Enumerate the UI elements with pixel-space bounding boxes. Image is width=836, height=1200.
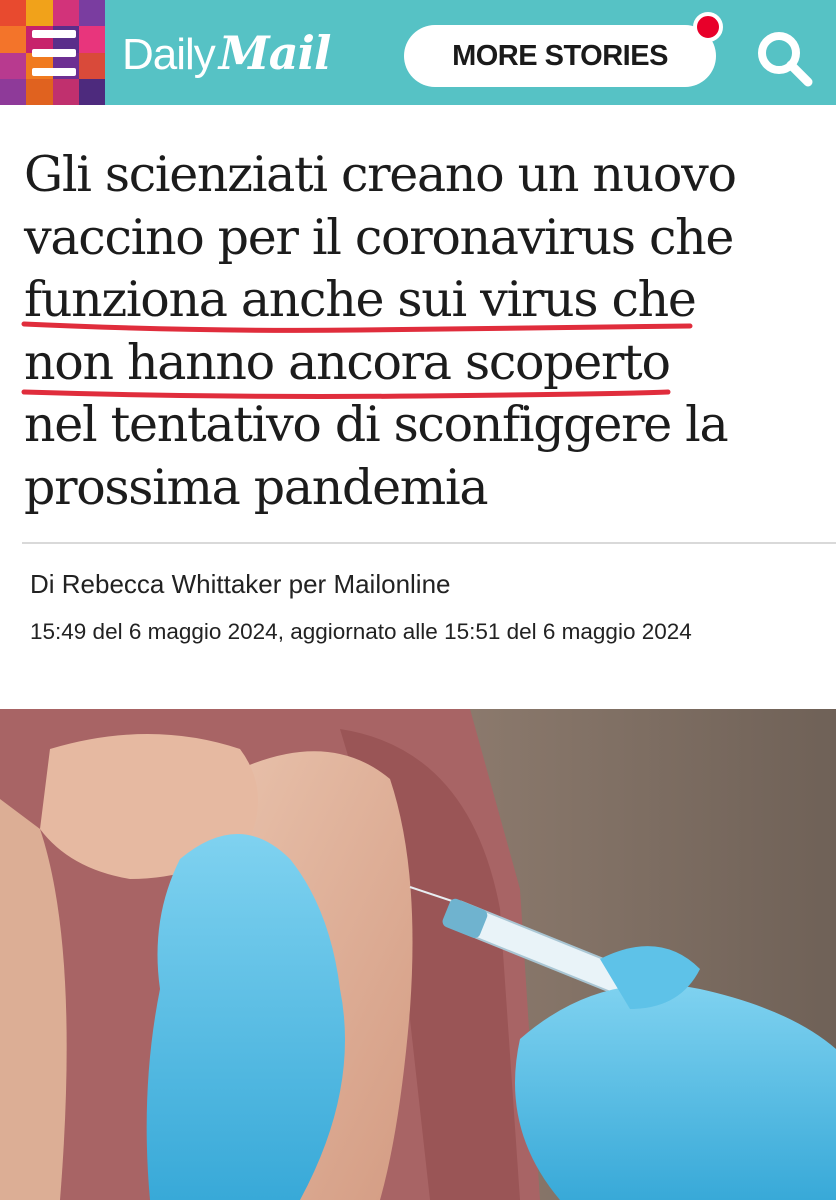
site-header: Daily Mail MORE STORIES	[0, 0, 836, 105]
more-stories-label: MORE STORIES	[452, 39, 668, 72]
menu-mosaic-tile	[0, 52, 27, 79]
logo-mail-text: Mail	[218, 26, 332, 80]
menu-mosaic-tile	[78, 52, 105, 79]
headline-line: non hanno ancora scoperto	[24, 333, 671, 391]
headline-line: Gli scienziati creano un nuovo	[24, 146, 737, 203]
menu-mosaic-tile	[0, 78, 27, 105]
article-photo	[0, 709, 836, 1200]
menu-icon[interactable]	[32, 30, 76, 76]
menu-mosaic-tile	[78, 26, 105, 53]
more-stories-button[interactable]: MORE STORIES	[404, 25, 716, 87]
menu-mosaic-tile	[26, 78, 53, 105]
headline-line: nel tentativo di sconfiggere la	[24, 396, 729, 453]
headline-line: funziona anche sui virus che	[24, 271, 697, 328]
menu-mosaic-tile	[0, 26, 27, 53]
notification-dot	[693, 12, 723, 42]
divider	[22, 542, 836, 544]
site-logo[interactable]: Daily Mail	[122, 26, 332, 82]
search-icon[interactable]	[752, 26, 816, 90]
menu-mosaic-tile	[78, 0, 105, 27]
headline-line: vaccino per il coronavirus che	[24, 208, 734, 266]
menu-mosaic-tile	[0, 0, 27, 27]
menu-mosaic-tile	[26, 0, 53, 27]
menu-mosaic-tile	[78, 78, 105, 105]
menu-mosaic-tile	[52, 78, 79, 105]
article-timestamp: 15:49 del 6 maggio 2024, aggiornato alle…	[30, 619, 692, 644]
menu-mosaic-tile	[52, 0, 79, 27]
logo-daily-text: Daily	[122, 30, 216, 79]
article-headline: Gli scienziati creano un nuovo vaccino p…	[24, 144, 814, 519]
article-byline: Di Rebecca Whittaker per Mailonline	[30, 569, 451, 599]
headline-line: prossima pandemia	[24, 458, 489, 516]
